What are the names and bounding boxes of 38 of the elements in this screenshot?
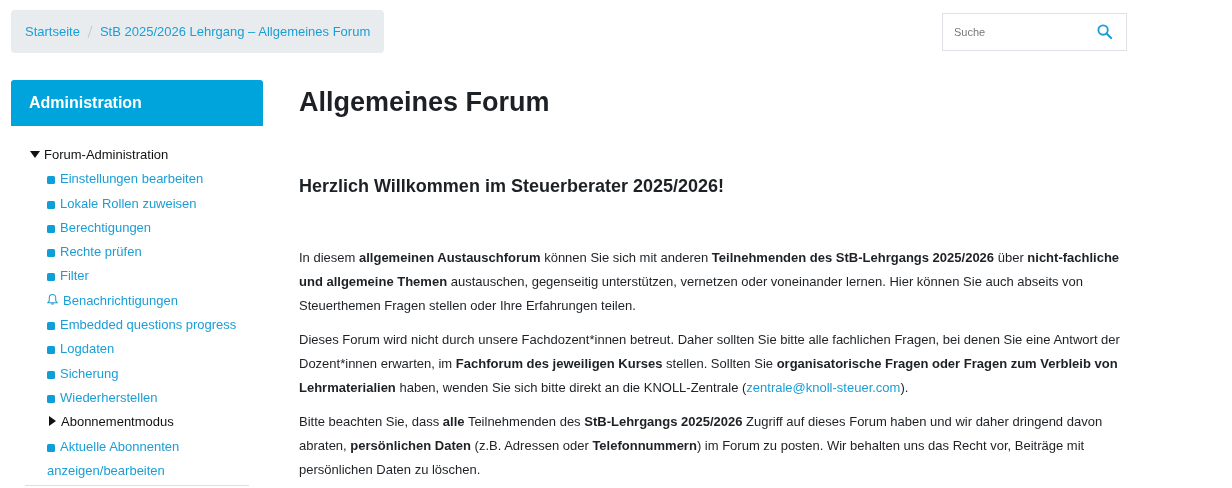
bullet-icon bbox=[47, 370, 55, 379]
search-field[interactable]: Suche bbox=[942, 13, 1127, 51]
paragraph: Dieses Forum wird nicht durch unsere Fachdozent*innen betreut. Daher sollten Sie bitte alle fachlichen Fragen, bei denen Sie eine Antwort der Dozent*innen erwarten, im Fachforum des jeweiligen Kurses stellen. Sollten Sie organisatorische Fragen oder Fragen zum Verbleib von Lehrmaterialien haben, wenden Sie sich bitte direkt an die KNOLL-Zentrale (zentrale@knoll-steuer.com). bbox=[299, 331, 1121, 397]
bullet-icon bbox=[47, 273, 55, 282]
bullet-icon bbox=[47, 394, 55, 403]
breadcrumb-link[interactable]: Startseite bbox=[25, 24, 80, 39]
search-icon bbox=[1097, 24, 1112, 39]
breadcrumb-link[interactable]: StB 2025/2026 Lehrgang – Allgemeines Forum bbox=[99, 24, 371, 39]
sidebar-header: Administration bbox=[11, 80, 263, 126]
bell-icon bbox=[47, 292, 58, 306]
sidebar-link[interactable]: Logdaten bbox=[47, 337, 263, 362]
tree-folder[interactable]: Forum-Administration bbox=[30, 147, 169, 162]
bullet-icon bbox=[47, 346, 55, 355]
sidebar-link[interactable]: Benachrichtigungen bbox=[47, 288, 263, 314]
paragraph: In diesem allgemeinen Austauschforum können Sie sich mit anderen Teilnehmenden des StB-Lehrgangs 2025/2026 über nicht-fachliche und allgemeine Themen austauschen, gegenseitig unterstützen, vernetzen oder voneinander lernen. Hier können Sie auch abseits von Steuerthemen Fragen stellen oder Ihre Erfahrungen teilen. bbox=[299, 249, 1121, 315]
page-title: Allgemeines Forum bbox=[299, 86, 551, 119]
bullet-icon bbox=[47, 322, 55, 331]
sidebar-link[interactable]: Aktuelle Abonnenten anzeigen/bearbeiten bbox=[47, 434, 263, 484]
caret-down-icon bbox=[30, 149, 40, 159]
bullet-icon bbox=[47, 224, 55, 233]
sidebar-link[interactable]: Lokale Rollen zuweisen bbox=[47, 191, 263, 216]
sidebar-link[interactable]: Filter bbox=[47, 264, 263, 289]
bullet-icon bbox=[47, 200, 55, 209]
paragraph: Bitte beachten Sie, dass alle Teilnehmenden des StB-Lehrgangs 2025/2026 Zugriff auf dieses Forum haben und wir daher dringend davon abraten, persönlichen Daten (z.B. Adressen oder Telefonnummern) im Forum zu posten. Wir behalten uns das Recht vor, Beiträge mit persönlichen Daten zu löschen. bbox=[299, 413, 1104, 479]
tree-folder[interactable]: Abonnementmodus bbox=[47, 414, 174, 430]
bullet-icon bbox=[47, 176, 55, 185]
welcome-heading: Herzlich Willkommen im Steuerberater 2025/2026! bbox=[299, 175, 726, 198]
caret-right-icon bbox=[47, 416, 57, 427]
sidebar-link[interactable]: Berechtigungen bbox=[47, 215, 263, 241]
sidebar-link[interactable]: Rechte prüfen bbox=[47, 240, 263, 265]
email-link[interactable]: zentrale@knoll-steuer.com bbox=[746, 380, 901, 395]
bullet-icon bbox=[47, 443, 55, 452]
sidebar-link[interactable]: Sicherung bbox=[47, 361, 263, 386]
sidebar-link[interactable]: Embedded questions progress bbox=[47, 313, 263, 338]
sidebar-link[interactable]: Einstellungen bearbeiten bbox=[47, 167, 263, 192]
bullet-icon bbox=[47, 249, 55, 258]
separator-icon bbox=[86, 24, 93, 39]
sidebar-link[interactable]: Wiederherstellen bbox=[47, 385, 263, 411]
